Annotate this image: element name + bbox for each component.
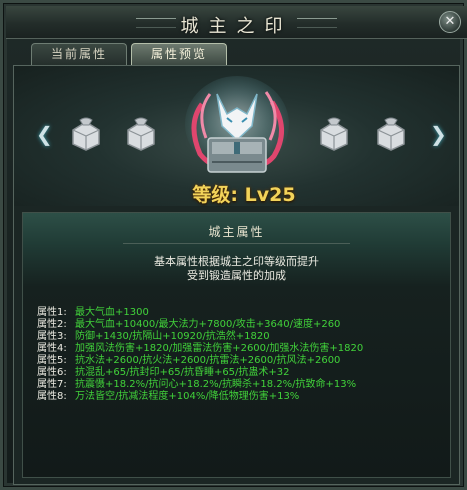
title-ornament-right <box>297 18 337 28</box>
window-title: 城主之印 <box>180 16 293 37</box>
window-frame: 城主之印 ✕ 当前属性 属性预览 ❮ ❯ 等级: Lv25 城主属性 基本属性根… <box>0 0 467 490</box>
description-line-1: 基本属性根据城主之印等级而提升 <box>154 255 319 268</box>
attribute-row: 属性4: 加强风法伤害+1820/加强雷法伤害+2600/加强水法伤害+1820 <box>37 343 447 355</box>
attribute-label: 属性3: <box>37 331 67 342</box>
attribute-row: 属性2: 最大气血+10400/最大法力+7800/攻击+3640/速度+260 <box>37 319 447 331</box>
attribute-label: 属性1: <box>37 307 67 318</box>
attribute-value: 抗混乱+65/抗封印+65/抗昏睡+65/抗蛊术+32 <box>75 367 290 378</box>
attribute-list: 属性1: 最大气血+1300 属性2: 最大气血+10400/最大法力+7800/攻… <box>37 307 447 403</box>
fox-seal-artwork <box>185 76 289 173</box>
seal-thumbnail-icon[interactable] <box>124 116 158 152</box>
tab-attribute-preview[interactable]: 属性预览 <box>131 43 227 65</box>
seal-showcase: ❮ ❯ 等级: Lv25 <box>14 66 459 206</box>
seal-thumbnail-icon[interactable] <box>317 116 351 152</box>
attribute-label: 属性2: <box>37 319 67 330</box>
attribute-row: 属性7: 抗震慑+18.2%/抗问心+18.2%/抗瞬杀+18.2%/抗致命+13… <box>37 379 447 391</box>
attribute-value: 防御+1430/抗隔山+10920/抗浩然+1820 <box>75 331 270 342</box>
attribute-value: 最大气血+10400/最大法力+7800/攻击+3640/速度+260 <box>75 319 341 330</box>
attribute-label: 属性6: <box>37 367 67 378</box>
attribute-value: 加强风法伤害+1820/加强雷法伤害+2600/加强水法伤害+1820 <box>75 343 364 354</box>
attribute-row: 属性1: 最大气血+1300 <box>37 307 447 319</box>
attribute-row: 属性6: 抗混乱+65/抗封印+65/抗昏睡+65/抗蛊术+32 <box>37 367 447 379</box>
attribute-value: 最大气血+1300 <box>75 307 149 318</box>
title-bar[interactable]: 城主之印 ✕ <box>6 6 467 39</box>
prev-arrow-icon[interactable]: ❮ <box>36 122 53 146</box>
attribute-row: 属性5: 抗水法+2600/抗火法+2600/抗雷法+2600/抗风法+2600 <box>37 355 447 367</box>
seal-thumbnail-icon[interactable] <box>374 116 408 152</box>
attribute-label: 属性8: <box>37 391 67 402</box>
attribute-description: 基本属性根据城主之印等级而提升 受到锻造属性的加成 <box>23 255 450 283</box>
description-line-2: 受到锻造属性的加成 <box>187 269 286 282</box>
attribute-label: 属性4: <box>37 343 67 354</box>
attribute-label: 属性5: <box>37 355 67 366</box>
attribute-value: 抗水法+2600/抗火法+2600/抗雷法+2600/抗风法+2600 <box>75 355 341 366</box>
attribute-label: 属性7: <box>37 379 67 390</box>
seal-thumbnail-icon[interactable] <box>69 116 103 152</box>
attribute-value: 万法皆空/抗减法程度+104%/降低物理伤害+13% <box>75 391 300 402</box>
attribute-row: 属性8: 万法皆空/抗减法程度+104%/降低物理伤害+13% <box>37 391 447 403</box>
tab-current-attributes[interactable]: 当前属性 <box>31 43 127 65</box>
content-panel: ❮ ❯ 等级: Lv25 城主属性 基本属性根据城主之印等级而提升 受到锻造属性… <box>13 65 460 485</box>
section-title: 城主属性 <box>208 225 265 239</box>
attribute-value: 抗震慑+18.2%/抗问心+18.2%/抗瞬杀+18.2%/抗致命+13% <box>75 379 357 390</box>
level-label: 等级: Lv25 <box>192 184 296 206</box>
next-arrow-icon[interactable]: ❯ <box>430 122 447 146</box>
section-divider <box>123 243 350 244</box>
attribute-row: 属性3: 防御+1430/抗隔山+10920/抗浩然+1820 <box>37 331 447 343</box>
city-lord-attributes: 城主属性 基本属性根据城主之印等级而提升 受到锻造属性的加成 属性1: 最大气血+… <box>22 212 451 478</box>
close-button[interactable]: ✕ <box>439 11 461 33</box>
